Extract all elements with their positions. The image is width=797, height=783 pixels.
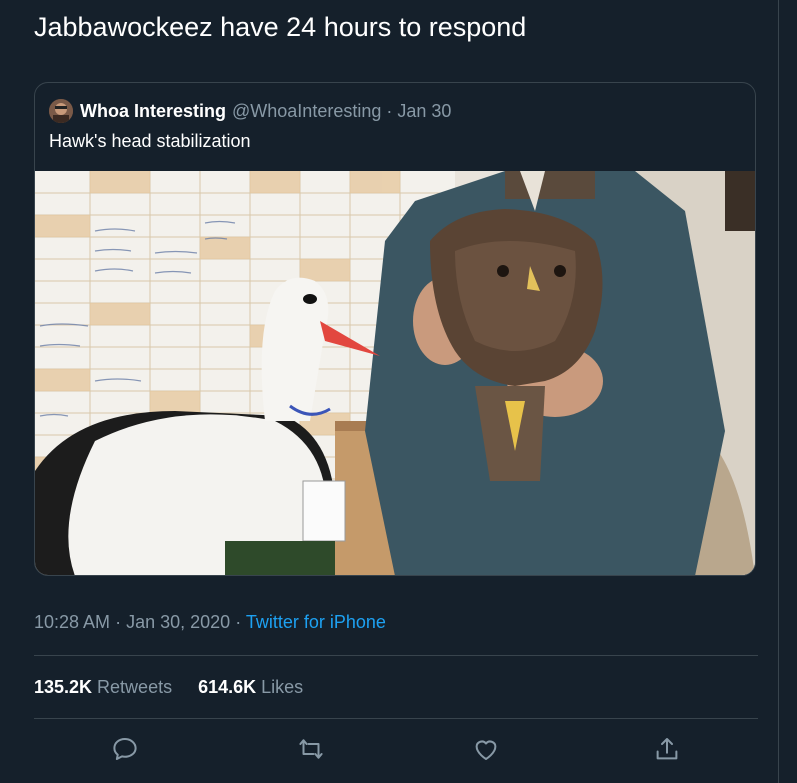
share-icon [656, 738, 678, 760]
video-thumbnail [35, 171, 755, 575]
column-border [778, 0, 779, 783]
tweet-detail: Jabbawockeez have 24 hours to respond Wh… [0, 0, 778, 783]
tweet-text: Jabbawockeez have 24 hours to respond [34, 12, 527, 42]
likes-stat[interactable]: 614.6K Likes [198, 677, 303, 698]
tweet-time[interactable]: 10:28 AM [34, 612, 110, 632]
quoted-tweet-text: Hawk's head stabilization [49, 131, 251, 151]
tweet-date[interactable]: Jan 30, 2020 [126, 612, 230, 632]
tweet-meta: 10:28 AM · Jan 30, 2020 · Twitter for iP… [34, 612, 386, 633]
tweet-source-link[interactable]: Twitter for iPhone [246, 612, 386, 632]
like-icon [475, 740, 497, 760]
separator-dot: · [235, 612, 246, 632]
retweets-count: 135.2K [34, 677, 93, 697]
quoted-author-name[interactable]: Whoa Interesting [80, 101, 226, 122]
quoted-tweet-header: Whoa Interesting @WhoaInteresting · Jan … [49, 97, 451, 125]
divider [34, 718, 758, 719]
retweet-icon [299, 739, 323, 759]
avatar[interactable] [49, 99, 73, 123]
retweets-label: Retweets [97, 677, 173, 697]
quoted-date[interactable]: Jan 30 [397, 101, 451, 122]
like-button[interactable] [471, 734, 501, 764]
divider [34, 655, 758, 656]
tweet-actions [0, 734, 778, 766]
reply-button[interactable] [110, 734, 140, 764]
likes-count: 614.6K [198, 677, 257, 697]
share-button[interactable] [652, 734, 682, 764]
separator-dot: · [115, 612, 127, 632]
retweets-stat[interactable]: 135.2K Retweets [34, 677, 172, 698]
separator-dot: · [386, 100, 393, 121]
reply-icon [113, 738, 137, 760]
quoted-author-handle[interactable]: @WhoaInteresting [232, 101, 381, 122]
quoted-tweet-card[interactable]: Whoa Interesting @WhoaInteresting · Jan … [34, 82, 756, 576]
retweet-button[interactable] [296, 734, 326, 764]
likes-label: Likes [261, 677, 304, 697]
tweet-stats: 135.2K Retweets 614.6K Likes [34, 677, 329, 698]
quoted-media-video[interactable] [35, 171, 755, 575]
